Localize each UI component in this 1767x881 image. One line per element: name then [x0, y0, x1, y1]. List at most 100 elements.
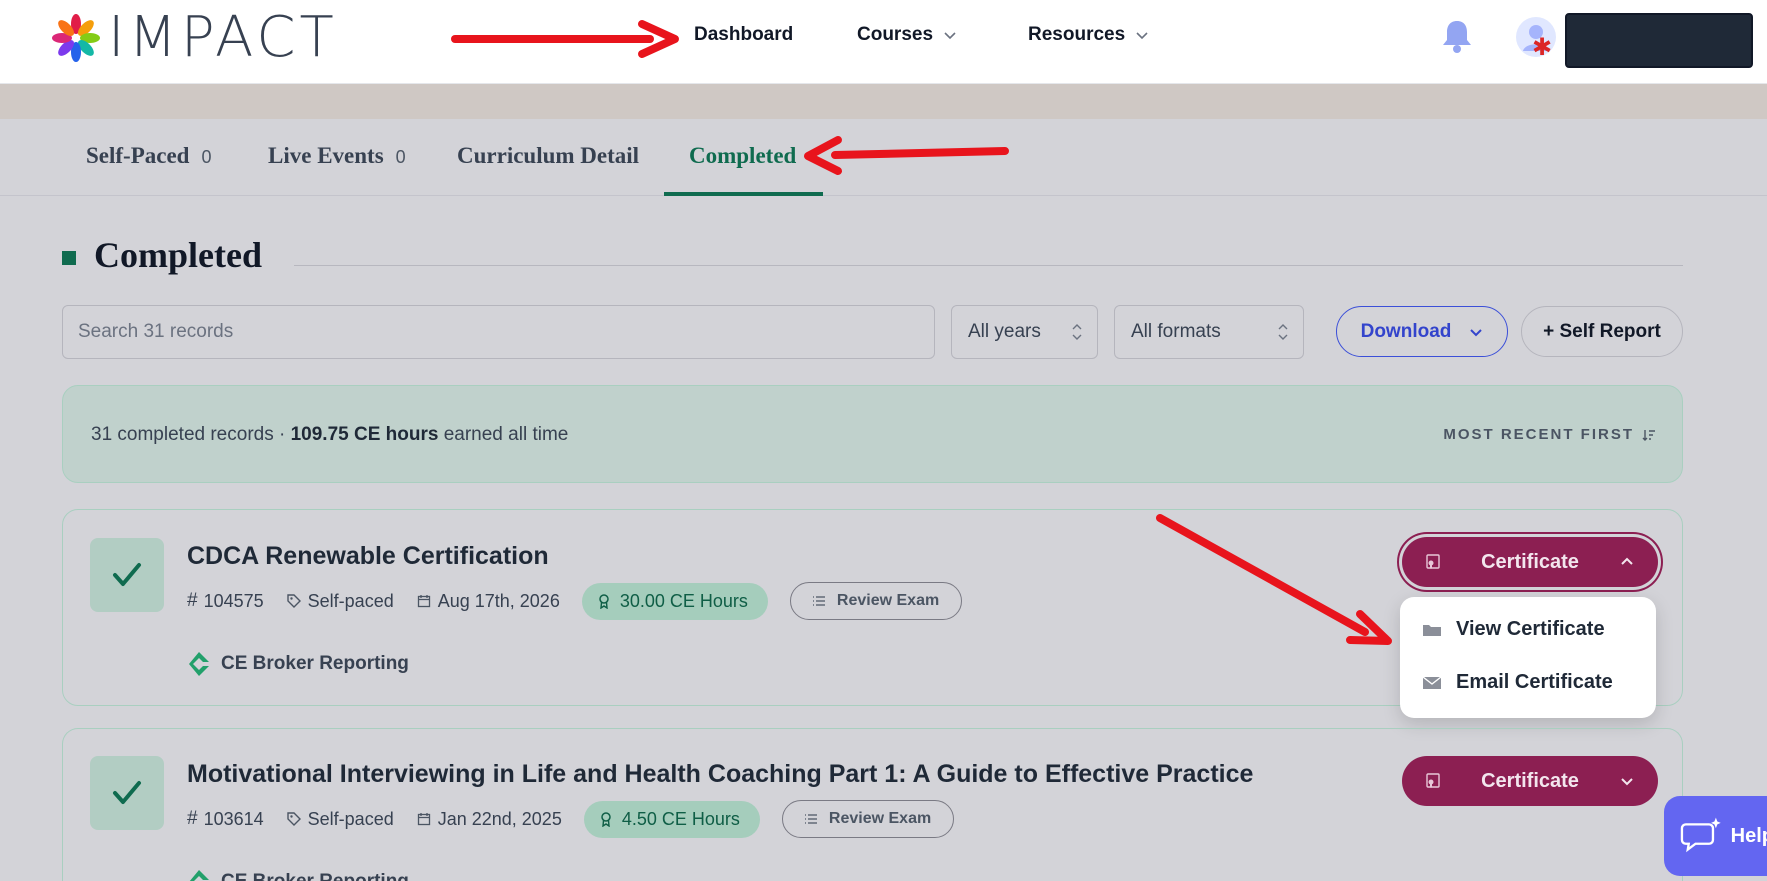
- nav-courses-label: Courses: [857, 24, 934, 45]
- sort-descending-icon: [1642, 429, 1655, 441]
- tab-self-paced[interactable]: Self-Paced 0: [86, 143, 211, 169]
- envelope-icon: [1422, 675, 1442, 689]
- review-exam-button[interactable]: Review Exam: [781, 800, 955, 838]
- chevron-down-icon: [944, 32, 956, 40]
- email-certificate-item[interactable]: Email Certificate: [1422, 671, 1613, 694]
- tag-icon: [286, 812, 301, 826]
- certificate-icon: [1426, 554, 1440, 569]
- tab-live-events[interactable]: Live Events 0: [268, 143, 406, 169]
- record-format: Self-paced: [286, 809, 394, 830]
- completed-check-badge: [90, 538, 164, 612]
- certificate-label: Certificate: [1481, 550, 1579, 573]
- nav-courses[interactable]: Courses: [857, 24, 957, 46]
- record-title[interactable]: Motivational Interviewing in Life and He…: [187, 760, 1253, 789]
- record-meta: # 103614 Self-paced Jan 22nd, 2025 4.50 …: [187, 800, 955, 838]
- folder-icon: [1423, 624, 1441, 636]
- record-id: # 104575: [187, 590, 264, 612]
- record-format-value: Self-paced: [307, 590, 394, 611]
- hash-icon: #: [187, 590, 198, 611]
- certificate-label: Certificate: [1481, 769, 1579, 792]
- banner-strip: [0, 84, 1767, 119]
- logo-wordmark: IMPACT: [108, 5, 338, 70]
- download-button[interactable]: Download: [1336, 306, 1508, 357]
- review-exam-label: Review Exam: [828, 810, 932, 827]
- summary-hours: 109.75 CE hours: [290, 424, 439, 445]
- tab-curriculum-detail[interactable]: Curriculum Detail: [457, 143, 639, 169]
- list-icon: [804, 814, 817, 824]
- section-marker: [62, 251, 76, 265]
- nav-dashboard[interactable]: Dashboard: [694, 24, 793, 46]
- tab-label: Live Events: [268, 143, 384, 168]
- year-select-value: All years: [968, 321, 1041, 342]
- chevron-down-icon: [1621, 778, 1633, 786]
- completed-summary: 31 completed records · 109.75 CE hours e…: [62, 385, 1683, 483]
- summary-records: 31 completed records ·: [91, 424, 291, 445]
- sort-toggle[interactable]: MOST RECENT FIRST: [1443, 426, 1656, 443]
- record-id-value: 103614: [203, 808, 264, 829]
- view-certificate-item[interactable]: View Certificate: [1422, 618, 1605, 641]
- format-select-value: All formats: [1131, 321, 1221, 342]
- record-format-value: Self-paced: [307, 808, 394, 829]
- review-exam-button[interactable]: Review Exam: [789, 582, 963, 620]
- flower-logo-icon: [52, 14, 100, 62]
- tag-icon: [286, 594, 301, 608]
- chevron-down-icon: [1470, 328, 1483, 336]
- top-navigation-bar: IMPACT Dashboard Courses Resources ✱: [0, 0, 1767, 84]
- certificate-menu: View Certificate Email Certificate: [1400, 597, 1656, 718]
- completed-check-badge: [90, 756, 164, 830]
- ce-broker-logo-icon: [189, 652, 209, 676]
- self-report-button[interactable]: + Self Report: [1521, 306, 1683, 357]
- checkmark-icon: [113, 563, 141, 586]
- review-exam-label: Review Exam: [836, 592, 940, 609]
- help-label: Help: [1730, 824, 1767, 847]
- download-label: Download: [1360, 320, 1452, 342]
- impact-logo[interactable]: IMPACT: [50, 5, 338, 70]
- calendar-icon: [417, 813, 430, 826]
- nav-resources[interactable]: Resources: [1028, 24, 1149, 46]
- ce-broker-reporting[interactable]: CE Broker Reporting: [187, 651, 409, 677]
- hash-icon: #: [187, 808, 198, 829]
- format-select[interactable]: All formats: [1114, 305, 1304, 359]
- notification-bell-icon[interactable]: [1440, 18, 1474, 54]
- tab-count: 0: [395, 147, 406, 167]
- record-date: Aug 17th, 2026: [416, 591, 560, 612]
- certificate-icon: [1426, 773, 1440, 788]
- record-format: Self-paced: [286, 591, 394, 612]
- asterisk-badge-icon: ✱: [1532, 34, 1553, 61]
- certificate-button[interactable]: Certificate: [1402, 756, 1658, 806]
- ce-hours-badge: 30.00 CE Hours: [581, 582, 768, 620]
- self-report-label: + Self Report: [1543, 320, 1661, 342]
- record-meta: # 104575 Self-paced Aug 17th, 2026 30.00…: [187, 582, 963, 620]
- page-title: Completed: [94, 235, 262, 275]
- chevron-up-icon: [1621, 557, 1633, 565]
- summary-suffix: earned all time: [438, 424, 569, 445]
- ce-broker-reporting[interactable]: CE Broker Reporting: [187, 869, 409, 881]
- record-title[interactable]: CDCA Renewable Certification: [187, 542, 549, 571]
- summary-text: 31 completed records · 109.75 CE hours e…: [91, 424, 568, 446]
- chevron-down-icon: [1136, 32, 1148, 40]
- award-ribbon-icon: [601, 812, 611, 827]
- ce-hours-value: 30.00 CE Hours: [619, 590, 748, 611]
- certificate-button[interactable]: Certificate: [1402, 537, 1658, 587]
- record-date-value: Jan 22nd, 2025: [437, 808, 562, 829]
- help-chat-button[interactable]: Help: [1664, 796, 1767, 876]
- year-select[interactable]: All years: [951, 305, 1098, 359]
- sort-label: MOST RECENT FIRST: [1443, 426, 1634, 443]
- record-card: Motivational Interviewing in Life and He…: [62, 728, 1683, 881]
- tab-label: Self-Paced: [86, 143, 190, 168]
- course-tabs: Self-Paced 0 Live Events 0 Curriculum De…: [0, 119, 1767, 196]
- updown-chevron-icon: [1072, 324, 1082, 340]
- tab-label: Completed: [689, 143, 797, 168]
- calendar-icon: [417, 595, 430, 608]
- record-date-value: Aug 17th, 2026: [437, 590, 560, 611]
- tab-count: 0: [201, 147, 212, 167]
- ce-hours-badge: 4.50 CE Hours: [583, 800, 760, 838]
- ce-broker-label: CE Broker Reporting: [221, 653, 409, 674]
- record-date: Jan 22nd, 2025: [416, 809, 562, 830]
- tab-completed[interactable]: Completed: [689, 143, 796, 169]
- ce-broker-logo-icon: [189, 870, 209, 881]
- ce-broker-label: CE Broker Reporting: [221, 871, 409, 881]
- redacted-user-name[interactable]: [1565, 13, 1753, 68]
- search-input[interactable]: [62, 305, 935, 359]
- view-certificate-label: View Certificate: [1456, 618, 1605, 640]
